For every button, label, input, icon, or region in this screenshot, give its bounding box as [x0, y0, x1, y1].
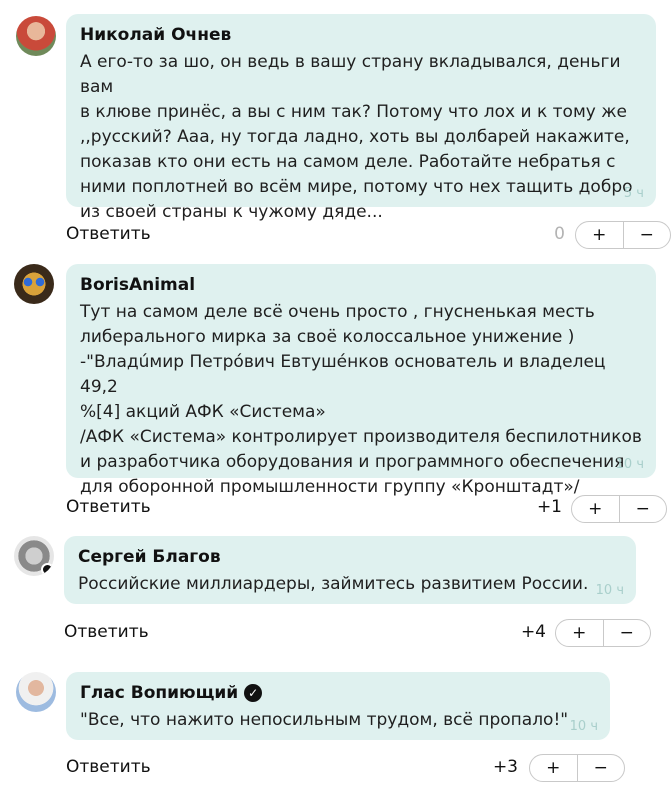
- reply-button[interactable]: Ответить: [66, 224, 151, 244]
- vote-control: + −: [571, 495, 667, 523]
- comment-bubble: Сергей Благов Российские миллиардеры, за…: [64, 536, 636, 604]
- reply-button[interactable]: Ответить: [66, 497, 151, 517]
- comment-time: 10 ч: [615, 457, 644, 472]
- upvote-button[interactable]: +: [556, 620, 603, 646]
- comment-author[interactable]: BorisAnimal: [80, 272, 642, 298]
- vote-score: +1: [536, 497, 562, 517]
- downvote-button[interactable]: −: [576, 755, 625, 781]
- downvote-button[interactable]: −: [618, 496, 667, 522]
- upvote-button[interactable]: +: [530, 755, 577, 781]
- vote-control: + −: [529, 754, 625, 782]
- avatar[interactable]: [16, 16, 56, 56]
- reply-button[interactable]: Ответить: [64, 622, 149, 642]
- comment-time: 10 ч: [569, 719, 598, 734]
- comment-bubble: BorisAnimal Тут на самом деле всё очень …: [66, 264, 656, 497]
- comment-time: 10 ч: [595, 583, 624, 598]
- vote-score: 0: [554, 224, 565, 244]
- comment-text: А его-то за шо, он ведь в вашу страну вк…: [80, 52, 633, 222]
- comment-author[interactable]: Глас Вопиющий ✓: [80, 680, 596, 706]
- vote-score: +3: [492, 757, 518, 777]
- upvote-button[interactable]: +: [572, 496, 619, 522]
- comment-bubble: Глас Вопиющий ✓ "Все, что нажито непосил…: [66, 672, 610, 740]
- vote-control: + −: [555, 619, 651, 647]
- comment-author[interactable]: Сергей Благов: [78, 544, 622, 570]
- comment-bubble: Николай Очнев А его-то за шо, он ведь в …: [66, 14, 656, 222]
- comment-time: 5 ч: [623, 186, 644, 201]
- avatar[interactable]: [14, 536, 54, 576]
- comment-author[interactable]: Николай Очнев: [80, 22, 642, 48]
- downvote-button[interactable]: −: [622, 222, 671, 248]
- verified-badge-icon: ✓: [244, 684, 263, 702]
- downvote-button[interactable]: −: [602, 620, 651, 646]
- avatar[interactable]: [16, 672, 56, 712]
- comment-text: Тут на самом деле всё очень просто , гну…: [80, 302, 642, 497]
- vote-control: + −: [575, 221, 671, 249]
- vote-score: +4: [520, 622, 546, 642]
- avatar[interactable]: [14, 264, 54, 304]
- online-status-icon: [41, 563, 54, 576]
- reply-button[interactable]: Ответить: [66, 757, 151, 777]
- comment-text: Российские миллиардеры, займитесь развит…: [78, 574, 589, 594]
- comment-text: "Все, что нажито непосильным трудом, всё…: [80, 710, 569, 730]
- upvote-button[interactable]: +: [576, 222, 623, 248]
